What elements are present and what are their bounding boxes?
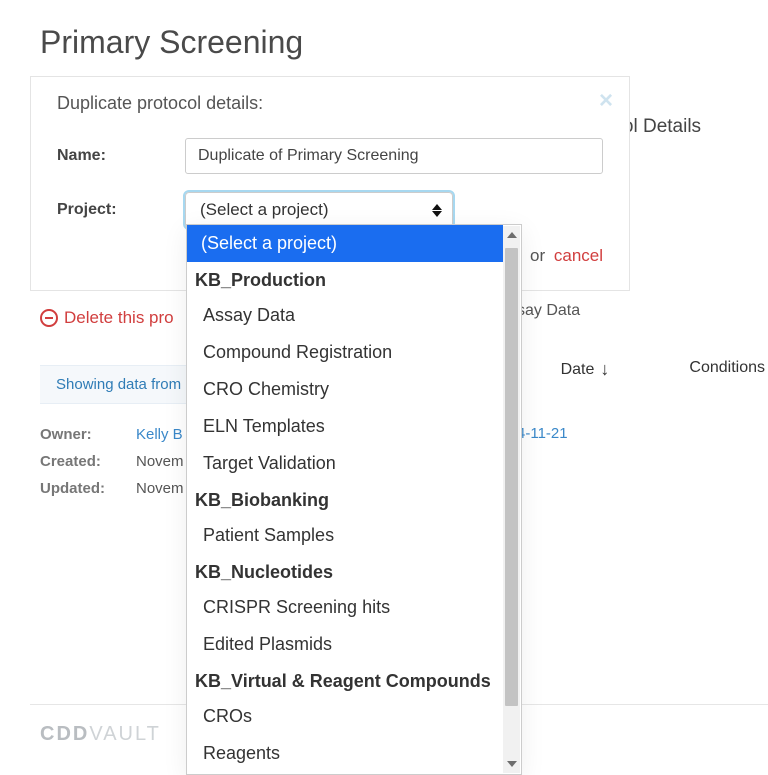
meta-owner-row: Owner: Kelly B xyxy=(40,426,184,443)
assay-data-partial: say Data xyxy=(517,302,580,320)
project-select[interactable]: (Select a project) xyxy=(185,192,453,228)
modal-title: Duplicate protocol details: xyxy=(57,93,603,114)
dropdown-option[interactable]: Assay Data xyxy=(187,297,503,334)
th-date-label: Date xyxy=(561,361,595,379)
dropdown-group: KB_Production xyxy=(187,262,503,297)
dropdown-option[interactable]: Patient Samples xyxy=(187,517,503,554)
project-dropdown[interactable]: (Select a project)KB_ProductionAssay Dat… xyxy=(186,224,522,775)
close-icon[interactable]: × xyxy=(599,87,613,115)
scroll-up-icon[interactable] xyxy=(503,226,520,244)
meta-owner-value[interactable]: Kelly B xyxy=(136,426,183,443)
project-select-value: (Select a project) xyxy=(200,200,329,220)
project-select-display[interactable]: (Select a project) xyxy=(185,192,453,228)
meta-created-label: Created: xyxy=(40,453,118,470)
dropdown-option[interactable]: Compound Registration xyxy=(187,334,503,371)
select-arrows-icon xyxy=(432,204,442,217)
dropdown-group: KB_Nucleotides xyxy=(187,554,503,589)
dropdown-option[interactable]: Target Validation xyxy=(187,445,503,482)
brand-light: VAULT xyxy=(89,723,161,745)
arrow-down-icon: ↓ xyxy=(600,359,609,380)
run-date-link[interactable]: 4-11-21 xyxy=(517,425,568,442)
meta-updated-row: Updated: Novem xyxy=(40,480,184,497)
dropdown-group: KB_Virtual & Reagent Compounds xyxy=(187,663,503,698)
th-conditions[interactable]: Conditions xyxy=(689,359,765,380)
dropdown-option[interactable]: ELN Templates xyxy=(187,408,503,445)
dropdown-option[interactable]: CRISPR Screening hits xyxy=(187,589,503,626)
brand-bold: CDD xyxy=(40,723,89,745)
name-label: Name: xyxy=(57,147,185,165)
minus-circle-icon xyxy=(40,309,58,327)
name-row: Name: xyxy=(57,138,603,174)
dropdown-placeholder-option[interactable]: (Select a project) xyxy=(187,225,503,262)
dropdown-option[interactable]: CROs xyxy=(187,698,503,735)
name-field[interactable] xyxy=(185,138,603,174)
scrollbar[interactable] xyxy=(503,226,520,773)
page-title: Primary Screening xyxy=(0,0,768,73)
dropdown-option[interactable]: Edited Plasmids xyxy=(187,626,503,663)
delete-protocol-label: Delete this pro xyxy=(64,308,174,328)
meta-updated-label: Updated: xyxy=(40,480,118,497)
scrollbar-thumb[interactable] xyxy=(505,248,518,706)
meta-owner-label: Owner: xyxy=(40,426,118,443)
cancel-button[interactable]: cancel xyxy=(554,246,603,265)
dropdown-option[interactable]: CRO Chemistry xyxy=(187,371,503,408)
th-date[interactable]: Date ↓ xyxy=(561,359,610,380)
delete-protocol-link[interactable]: Delete this pro xyxy=(40,308,174,328)
project-row: Project: (Select a project) xyxy=(57,192,603,228)
brand-footer: CDDVAULT xyxy=(40,723,161,746)
meta-created-value: Novem xyxy=(136,453,184,470)
meta-updated-value: Novem xyxy=(136,480,184,497)
scroll-down-icon[interactable] xyxy=(503,755,520,773)
meta-created-row: Created: Novem xyxy=(40,453,184,470)
dropdown-option[interactable]: Reagents xyxy=(187,735,503,772)
or-text: or xyxy=(530,246,545,265)
table-header-row: Date ↓ Conditions xyxy=(561,359,765,380)
dropdown-group: KB_Biobanking xyxy=(187,482,503,517)
project-label: Project: xyxy=(57,201,185,219)
protocol-meta: Owner: Kelly B Created: Novem Updated: N… xyxy=(40,426,184,507)
